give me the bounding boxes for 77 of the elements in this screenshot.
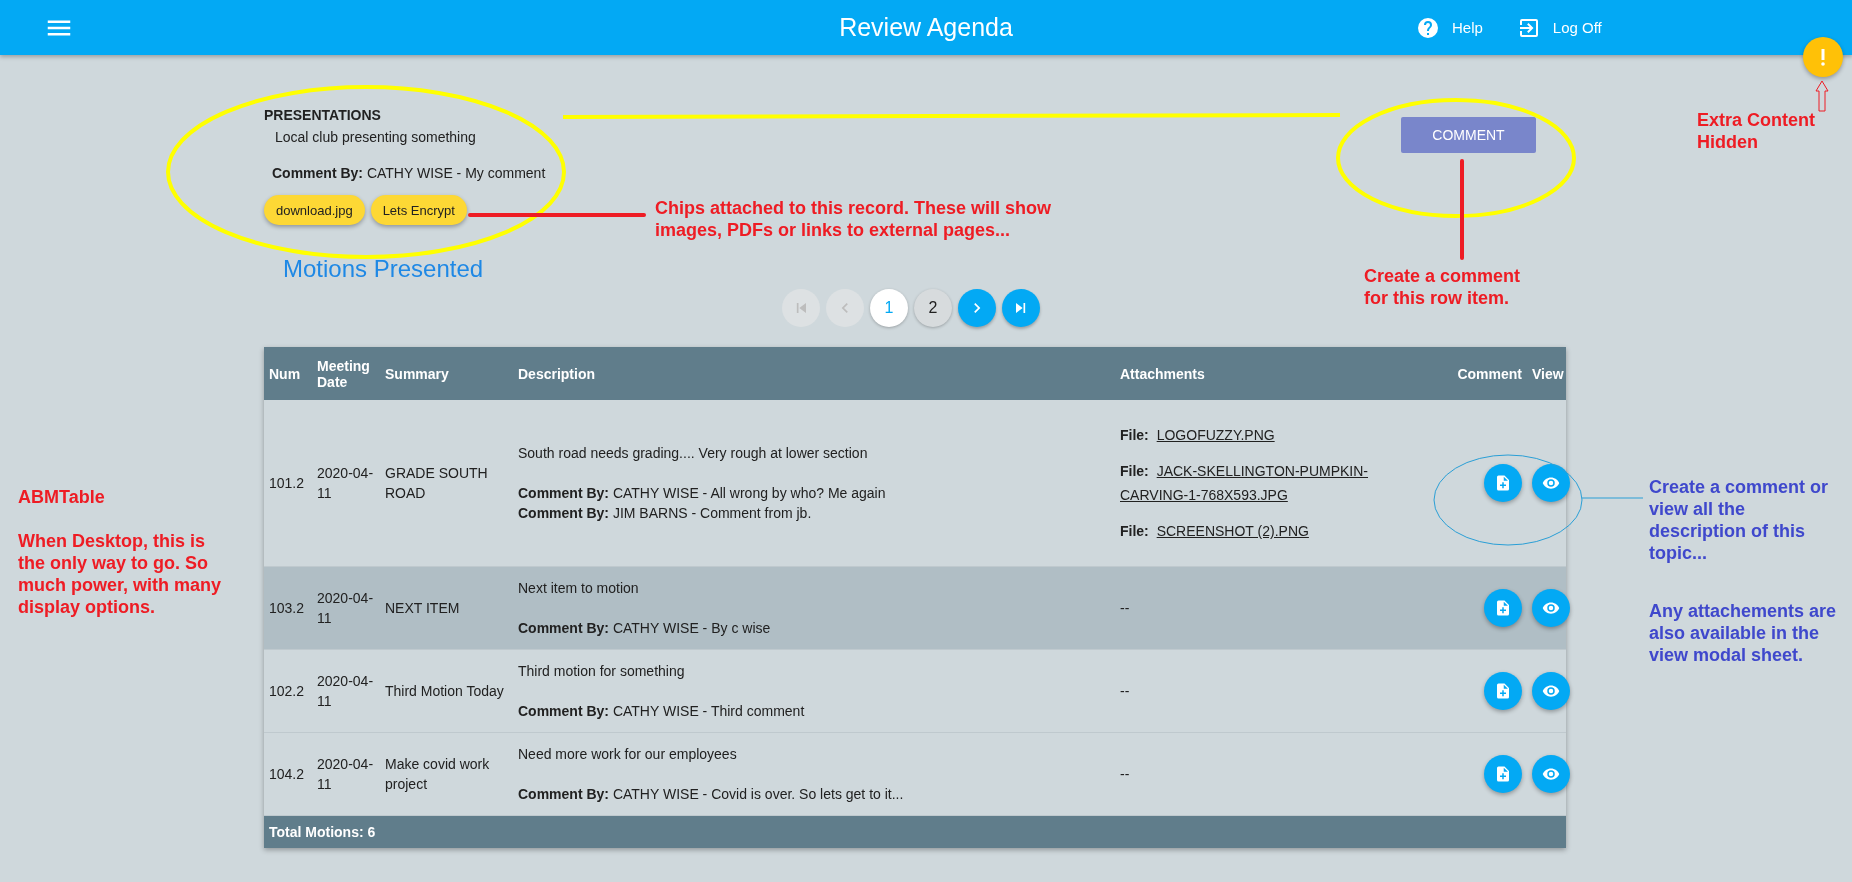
table-cell: 101.2: [264, 400, 312, 567]
file-plus-icon: [1494, 765, 1512, 783]
column-header[interactable]: Meeting Date: [312, 347, 380, 400]
table-cell: 2020-04-11: [312, 566, 380, 650]
arrow-icon: [1815, 80, 1829, 112]
file-plus-icon: [1494, 682, 1512, 700]
table-cell: Third Motion Today: [380, 649, 513, 733]
column-header[interactable]: Summary: [380, 347, 513, 400]
log-off-link[interactable]: Log Off: [1516, 15, 1602, 40]
attachment-link[interactable]: File: LOGOFUZZY.PNG: [1120, 423, 1425, 447]
section-title: Motions Presented: [283, 255, 485, 283]
attachment-link[interactable]: File: JACK-SKELLINGTON-PUMPKIN-CARVING-1-768X593.JPG: [1120, 459, 1425, 507]
table-cell: 102.2: [264, 649, 312, 733]
add-comment-button[interactable]: [1484, 672, 1522, 710]
table-cell: 2020-04-11: [312, 649, 380, 733]
table-cell: 104.2: [264, 732, 312, 816]
record-comment: Comment By: CATHY WISE - My comment: [271, 165, 546, 181]
file-plus-icon: [1494, 474, 1512, 492]
empty-attachments: --: [1120, 600, 1130, 616]
next-page-button[interactable]: [958, 289, 996, 327]
eye-icon: [1542, 599, 1560, 617]
annotation-text: When Desktop, this is the only way to go. So much power, with many display options.: [18, 530, 223, 618]
help-icon: [1416, 15, 1440, 40]
column-header[interactable]: Num: [264, 347, 312, 400]
comment-text: Comment By: CATHY WISE - Covid is over. So lets get to it...: [518, 785, 905, 804]
comment-text: Comment By: CATHY WISE - By c wise: [518, 619, 772, 638]
help-link[interactable]: Help: [1416, 15, 1483, 40]
annotation-text: Create a comment for this row item.: [1364, 265, 1522, 309]
attachment-chip[interactable]: download.jpg: [264, 195, 365, 225]
view-button[interactable]: [1532, 672, 1570, 710]
eye-icon: [1542, 474, 1560, 492]
page-button[interactable]: 2: [914, 289, 952, 327]
eye-icon: [1542, 682, 1560, 700]
extra-content-button[interactable]: [1803, 37, 1843, 77]
annotation-text: ABMTable: [18, 486, 106, 508]
record-text: Local club presenting something: [274, 129, 476, 145]
file-plus-icon: [1494, 599, 1512, 617]
view-button[interactable]: [1532, 464, 1570, 502]
table-cell: Make covid work project: [380, 732, 513, 816]
view-button[interactable]: [1532, 755, 1570, 793]
table-cell: 103.2: [264, 566, 312, 650]
annotation-text: Extra Content Hidden: [1697, 109, 1816, 153]
eye-icon: [1542, 765, 1560, 783]
add-comment-button[interactable]: [1484, 755, 1522, 793]
leader-line: [1581, 497, 1644, 499]
column-header[interactable]: Description: [513, 347, 1115, 400]
table-cell: NEXT ITEM: [380, 566, 513, 650]
comment-text: Comment By: CATHY WISE - Third comment: [518, 702, 806, 721]
empty-attachments: --: [1120, 766, 1130, 782]
description-text: Next item to motion: [518, 579, 640, 598]
description-text: South road needs grading.... Very rough at lower section: [518, 444, 869, 463]
empty-attachments: --: [1120, 683, 1130, 699]
comment-button[interactable]: COMMENT: [1401, 117, 1536, 153]
column-header[interactable]: Attachments: [1115, 347, 1430, 400]
table-cell: GRADE SOUTH ROAD: [380, 400, 513, 567]
comment-text: Comment By: JIM BARNS - Comment from jb.: [518, 504, 813, 523]
description-text: Third motion for something: [518, 662, 686, 681]
view-button[interactable]: [1532, 589, 1570, 627]
page-title: Review Agenda: [838, 13, 1014, 42]
description-text: Need more work for our employees: [518, 745, 738, 764]
comment-text: Comment By: CATHY WISE - All wrong by who? Me again: [518, 484, 887, 503]
exclamation-icon: [1821, 48, 1825, 66]
record-heading: PRESENTATIONS: [264, 107, 381, 123]
annotation-text: Create a comment or view all the description of this topic...: [1649, 476, 1829, 564]
add-comment-button[interactable]: [1484, 464, 1522, 502]
annotation-text: Any attachements are also available in the view modal sheet.: [1649, 600, 1838, 666]
table-cell: 2020-04-11: [312, 732, 380, 816]
column-header[interactable]: View: [1527, 347, 1566, 400]
last-page-button[interactable]: [1002, 289, 1040, 327]
table-cell: 2020-04-11: [312, 400, 380, 567]
page-button[interactable]: 1: [870, 289, 908, 327]
column-header[interactable]: Comment: [1430, 347, 1527, 400]
add-comment-button[interactable]: [1484, 589, 1522, 627]
attachment-chip[interactable]: Lets Encrypt: [370, 195, 467, 225]
attachment-link[interactable]: File: SCREENSHOT (2).PNG: [1120, 519, 1425, 543]
annotation-text: Chips attached to this record. These will show images, PDFs or links to external pages...: [655, 197, 1053, 241]
table-footer: Total Motions: 6: [264, 816, 1566, 848]
